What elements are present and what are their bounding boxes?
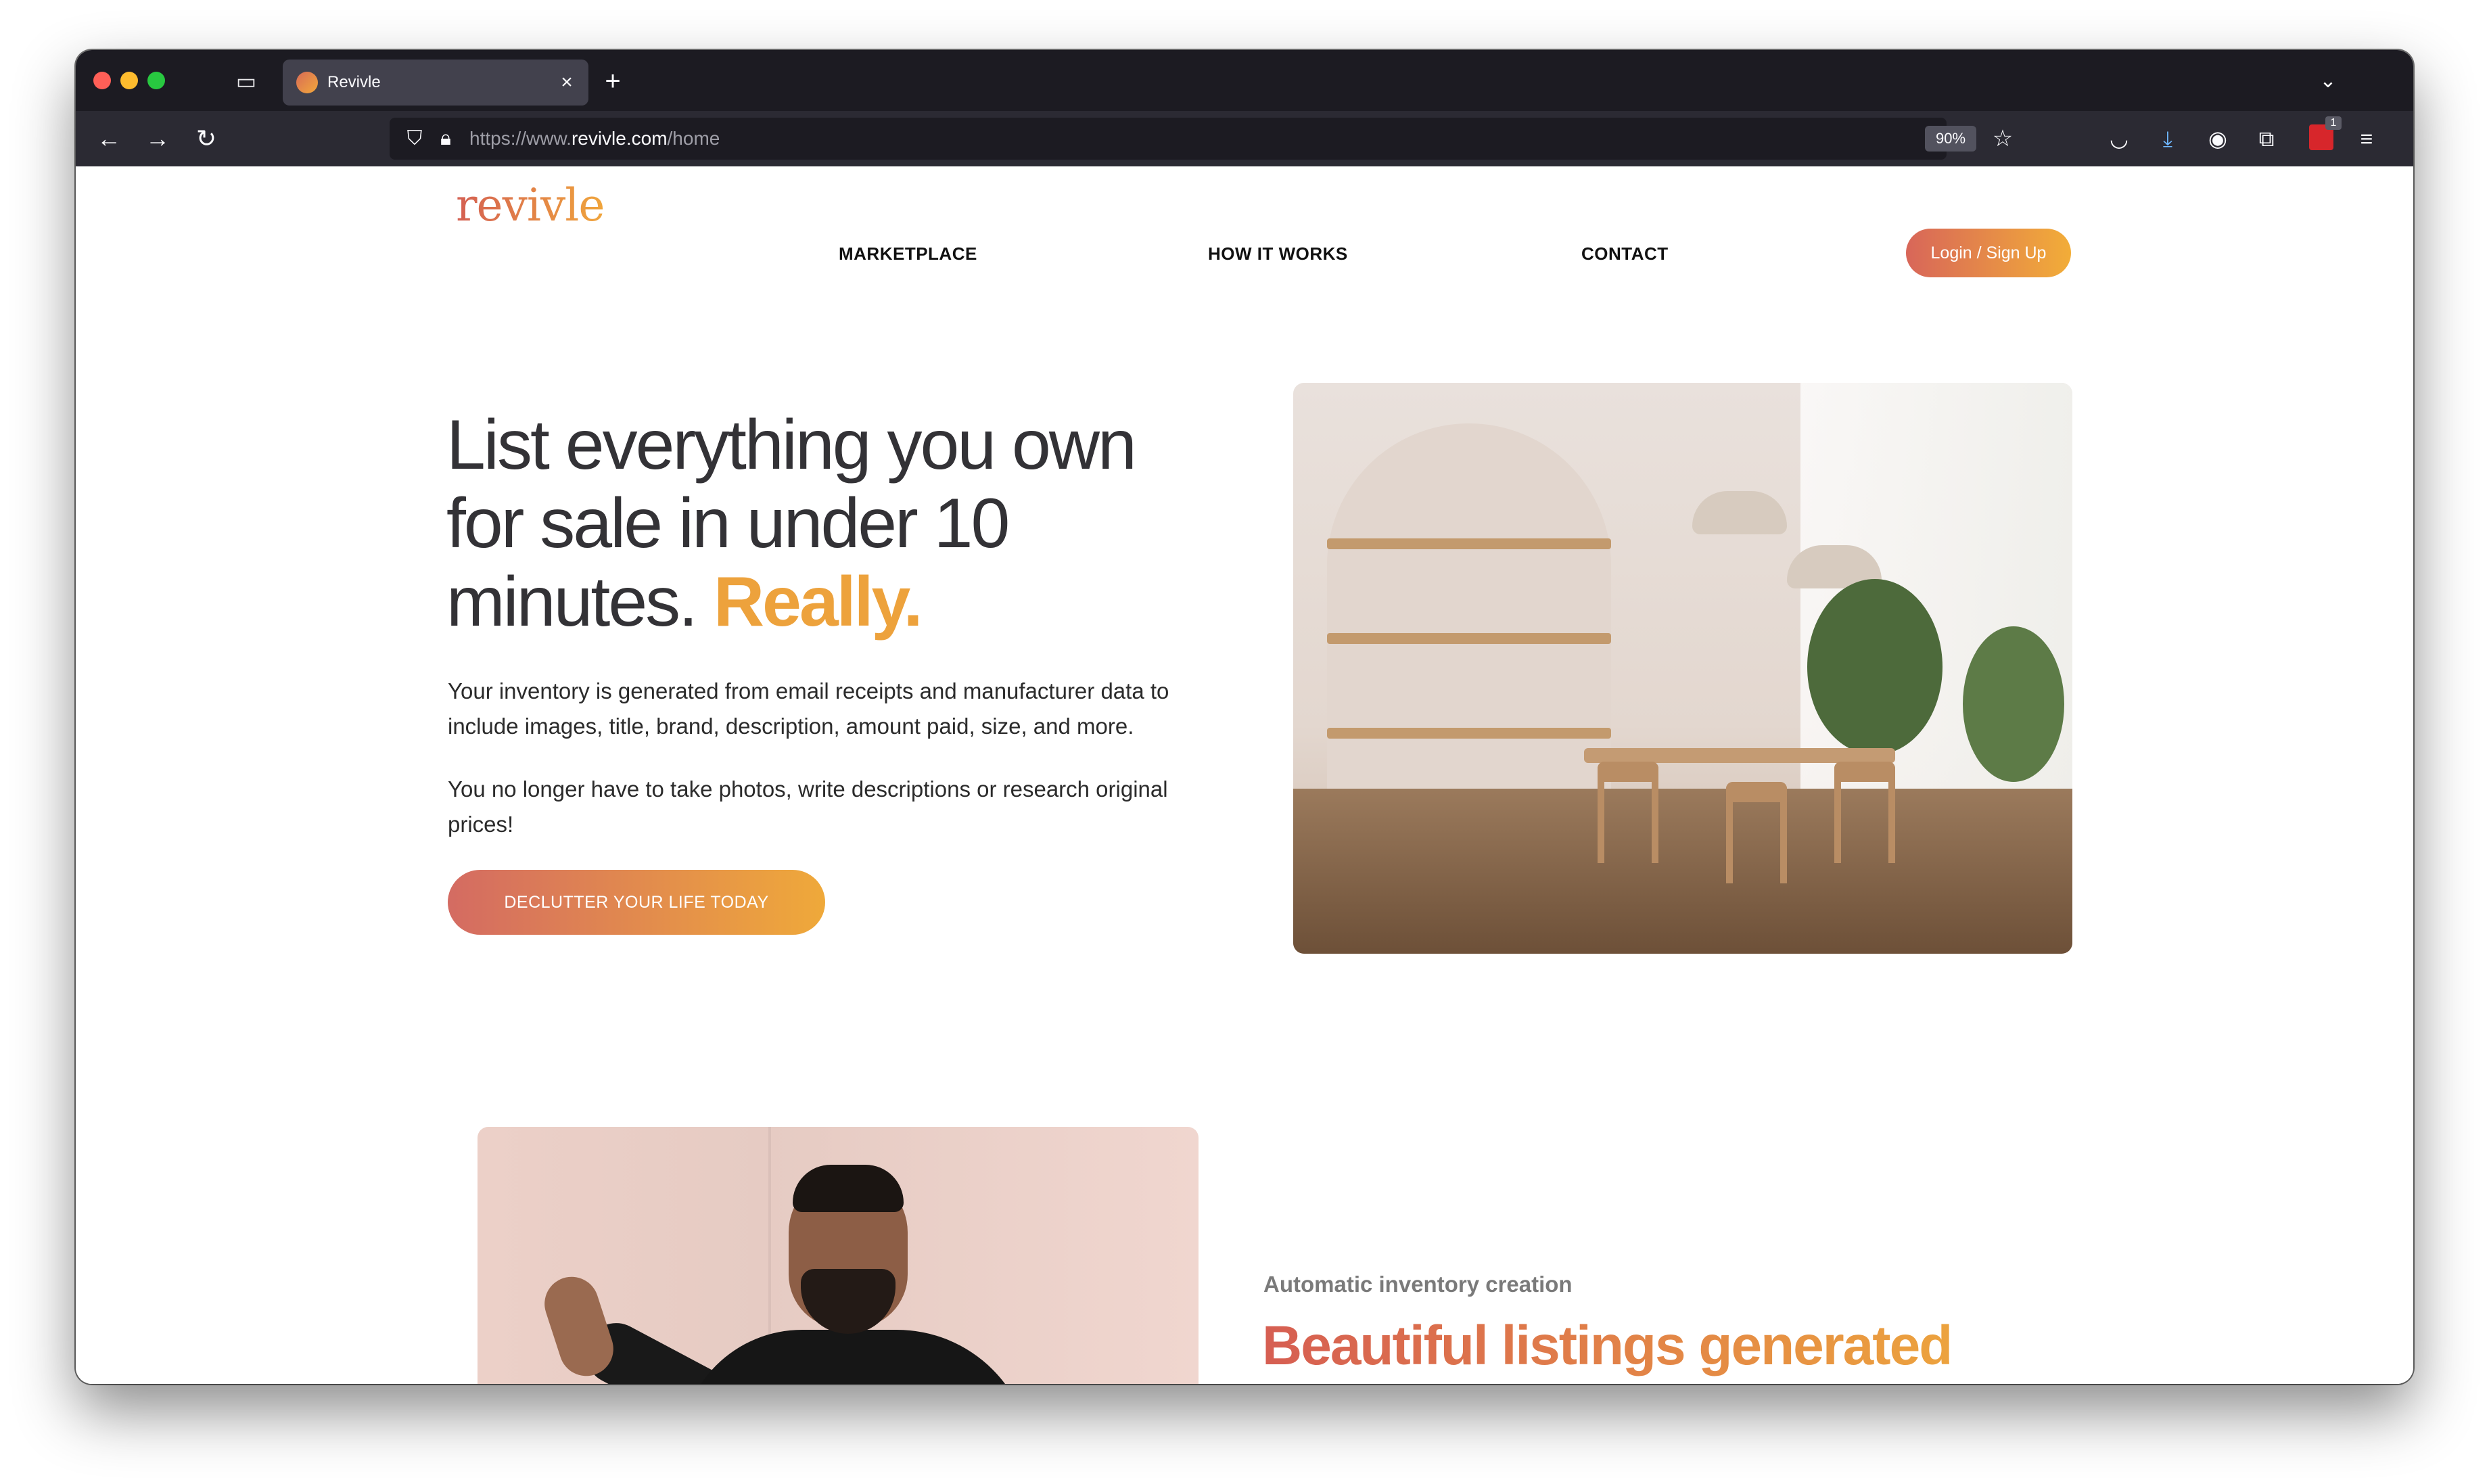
dining-table xyxy=(1584,748,1895,763)
nav-contact-link[interactable]: CONTACT xyxy=(1581,244,1669,264)
shelf xyxy=(1327,728,1611,739)
minimize-window-button[interactable] xyxy=(120,72,138,89)
reload-icon[interactable]: ↻ xyxy=(189,122,223,156)
tab-strip: ▭ Revivle × + ⌄ xyxy=(76,50,2413,111)
wall-arch xyxy=(1327,423,1611,802)
beard xyxy=(801,1269,895,1334)
address-bar[interactable]: ⛉ 🔒︎ https://www.revivle.com/home 90% ☆ xyxy=(390,118,2013,160)
declutter-cta-button[interactable]: DECLUTTER YOUR LIFE TODAY xyxy=(448,870,825,935)
plant xyxy=(1963,626,2064,782)
hero-title-accent: Really. xyxy=(713,563,923,641)
hero-paragraph-1: Your inventory is generated from email r… xyxy=(448,678,1169,739)
favicon-icon xyxy=(296,72,318,93)
extension-count-badge: 1 xyxy=(2325,116,2342,130)
shelf xyxy=(1327,538,1611,549)
arrow-left-icon[interactable]: ← xyxy=(92,122,126,156)
nav-marketplace-link[interactable]: MARKETPLACE xyxy=(839,244,977,264)
tab-title: Revivle xyxy=(327,73,381,91)
hero-title: List everything you own for sale in unde… xyxy=(446,406,1204,641)
hamburger-menu-icon[interactable]: ≡ xyxy=(2350,122,2383,156)
hero-dining-room-image xyxy=(1293,383,2072,954)
new-tab-button[interactable]: + xyxy=(598,66,628,96)
chair xyxy=(1598,762,1658,863)
maximize-window-button[interactable] xyxy=(147,72,165,89)
nav-how-it-works-link[interactable]: HOW IT WORKS xyxy=(1208,244,1348,264)
account-icon[interactable]: ◉ xyxy=(2201,122,2235,156)
hair xyxy=(793,1165,904,1212)
puzzle-icon[interactable]: ⧉ xyxy=(2250,122,2283,156)
url-domain: revivle.com xyxy=(571,128,668,149)
feature-kicker: Automatic inventory creation xyxy=(1263,1272,1573,1297)
shelf xyxy=(1327,633,1611,644)
url-text[interactable]: https://www.revivle.com/home xyxy=(469,127,720,150)
chevron-down-icon[interactable]: ⌄ xyxy=(2313,66,2343,96)
chair xyxy=(1834,762,1895,863)
pendant-lamp xyxy=(1692,491,1787,534)
browser-window: ▭ Revivle × + ⌄ ← → ↻ ⛉ 🔒︎ https://www.r… xyxy=(76,50,2413,1384)
zoom-level-badge[interactable]: 90% xyxy=(1925,126,1976,152)
url-path: /home xyxy=(667,128,720,149)
arrow-right-icon[interactable]: → xyxy=(141,122,175,156)
hero-paragraph-2: You no longer have to take photos, write… xyxy=(448,776,1168,837)
pocket-icon[interactable]: ◡ xyxy=(2102,122,2136,156)
lock-icon[interactable]: 🔒︎ xyxy=(433,126,459,152)
url-prefix: https://www. xyxy=(469,128,572,149)
hoodie xyxy=(680,1330,1032,1384)
web-page: revivle MARKETPLACE HOW IT WORKS CONTACT… xyxy=(76,166,2413,1384)
feature-title: Beautiful listings generated from your o… xyxy=(1262,1314,2006,1384)
download-icon[interactable]: ⤓ xyxy=(2151,122,2185,156)
close-tab-icon[interactable]: × xyxy=(555,70,579,95)
close-window-button[interactable] xyxy=(93,72,111,89)
shield-icon[interactable]: ⛉ xyxy=(402,126,427,152)
chair xyxy=(1726,782,1787,883)
person-portrait-image xyxy=(478,1127,1199,1384)
plant xyxy=(1807,579,1943,755)
tab-overview-icon[interactable]: ▭ xyxy=(233,68,260,95)
navigation-toolbar: ← → ↻ ⛉ 🔒︎ https://www.revivle.com/home … xyxy=(76,111,2413,166)
wood-floor xyxy=(1293,789,2072,954)
tab-revivle[interactable]: Revivle × xyxy=(283,60,588,106)
star-icon[interactable]: ☆ xyxy=(1988,124,2017,153)
site-logo[interactable]: revivle xyxy=(456,180,605,231)
login-signup-button[interactable]: Login / Sign Up xyxy=(1906,229,2071,277)
